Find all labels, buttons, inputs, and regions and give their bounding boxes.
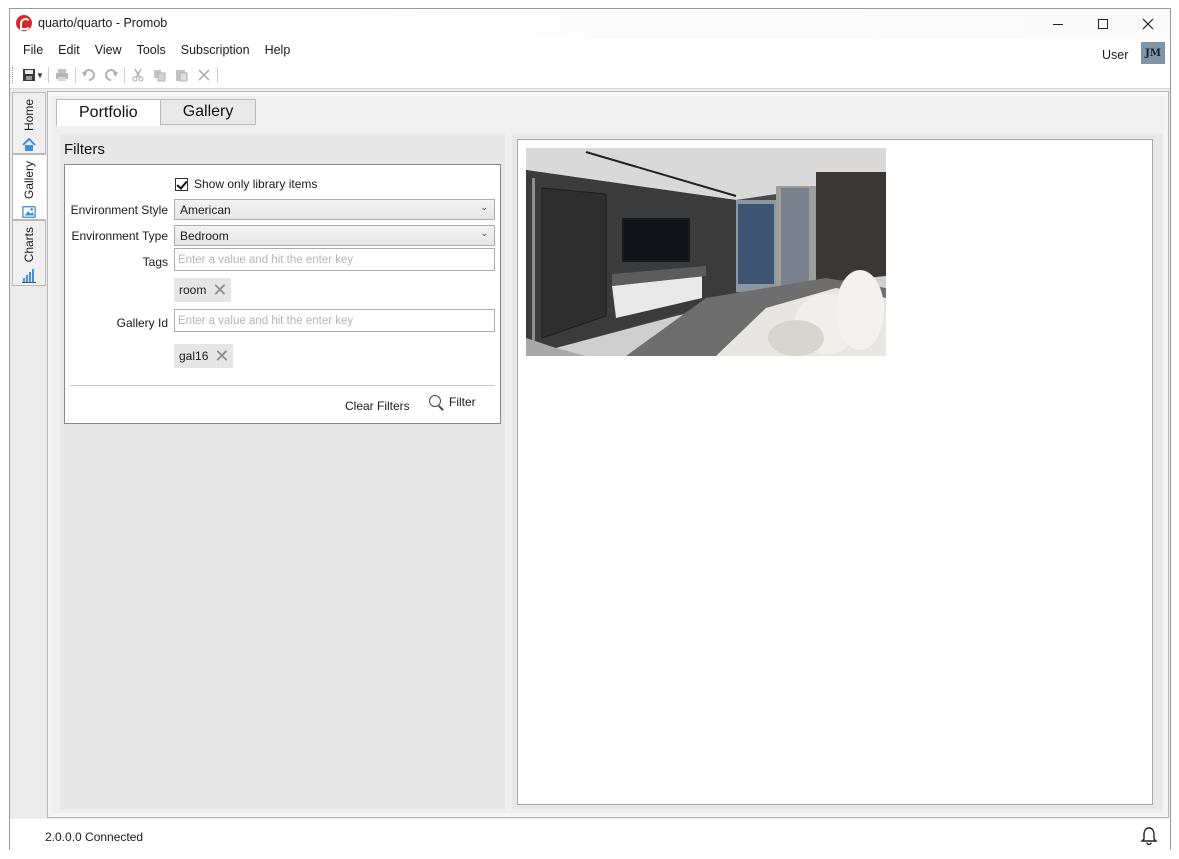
title-bar: quarto/quarto - Promob (10, 9, 1170, 39)
side-tab-gallery[interactable]: Gallery (12, 154, 46, 220)
chevron-down-icon: ⌄ (480, 228, 488, 238)
content-frame: Portfolio Gallery Filters Show only libr… (47, 91, 1169, 818)
tags-input[interactable] (174, 248, 495, 271)
minimize-icon (1053, 23, 1063, 25)
filters-box: Show only library items Environment Styl… (64, 164, 501, 424)
toolbar-separator (74, 67, 76, 83)
copy-button[interactable] (149, 65, 171, 85)
bell-icon[interactable] (1140, 826, 1158, 846)
side-tab-charts-label: Charts (22, 227, 36, 263)
show-library-label[interactable]: Show only library items (194, 177, 317, 191)
toolbar-separator (123, 67, 125, 83)
gallery-icon (22, 206, 36, 218)
client-area: Home Gallery Charts Portfolio Gallery Fi… (10, 88, 1170, 819)
env-type-select[interactable]: Bedroom ⌄ (174, 225, 495, 246)
close-button[interactable] (1125, 9, 1171, 39)
app-window: quarto/quarto - Promob File Edit View To… (9, 8, 1171, 850)
window-title: quarto/quarto - Promob (38, 16, 168, 30)
menu-edit[interactable]: Edit (51, 39, 87, 61)
env-style-label: Environment Style (70, 203, 168, 217)
env-style-value: American (180, 202, 231, 217)
main-tab-bar: Portfolio Gallery (56, 99, 257, 126)
filter-button[interactable]: Filter (429, 395, 476, 409)
menu-view[interactable]: View (88, 39, 129, 61)
print-button[interactable] (51, 65, 73, 85)
tab-gallery[interactable]: Gallery (159, 99, 257, 125)
show-library-row[interactable]: Show only library items (175, 177, 317, 191)
cut-button[interactable] (127, 65, 149, 85)
results-panel (512, 134, 1162, 810)
delete-button[interactable] (193, 65, 215, 85)
close-icon (1142, 18, 1154, 30)
tag-chip: room ✕ (174, 278, 232, 302)
maximize-button[interactable] (1080, 9, 1126, 39)
minimize-button[interactable] (1035, 9, 1081, 39)
undo-icon (81, 69, 95, 81)
avatar[interactable]: JM (1141, 42, 1165, 64)
bedroom-render-image (526, 148, 886, 356)
toolbar: ▼ (10, 63, 250, 87)
menu-bar: File Edit View Tools Subscription Help (10, 39, 1170, 61)
maximize-icon (1098, 19, 1108, 29)
show-library-checkbox[interactable] (175, 177, 188, 191)
side-tab-strip: Home Gallery Charts (10, 89, 48, 819)
menu-subscription[interactable]: Subscription (174, 39, 257, 61)
undo-button[interactable] (78, 65, 100, 85)
filter-button-label: Filter (449, 395, 476, 409)
charts-icon (22, 269, 36, 284)
gallery-id-chip: gal16 ✕ (174, 344, 234, 368)
gallery-id-input[interactable] (174, 309, 495, 332)
toolbar-grip[interactable] (12, 67, 14, 83)
filters-panel: Filters Show only library items Environm… (60, 134, 505, 810)
print-icon (55, 69, 68, 81)
save-icon (23, 69, 35, 81)
promob-logo-icon (16, 15, 32, 31)
env-type-value: Bedroom (180, 228, 229, 243)
status-text: 2.0.0.0 Connected (45, 830, 144, 844)
gallery-id-chip-label: gal16 (179, 349, 209, 363)
tag-chip-label: room (179, 283, 207, 297)
tab-portfolio[interactable]: Portfolio (56, 99, 161, 126)
search-icon (429, 395, 443, 409)
scissors-icon (132, 68, 144, 82)
user-menu[interactable]: User (1102, 48, 1128, 62)
filters-divider (70, 385, 495, 386)
content-inner: Portfolio Gallery Filters Show only libr… (52, 96, 1164, 813)
remove-tag-icon[interactable]: ✕ (212, 281, 227, 299)
side-tab-home-label: Home (22, 99, 36, 132)
redo-icon (104, 69, 118, 81)
tags-label: Tags (142, 255, 168, 269)
home-icon (22, 137, 36, 152)
toolbar-separator (47, 67, 49, 83)
delete-icon (198, 69, 210, 81)
paste-button[interactable] (171, 65, 193, 85)
results-box (517, 139, 1153, 805)
env-style-select[interactable]: American ⌄ (174, 199, 495, 220)
menu-tools[interactable]: Tools (130, 39, 173, 61)
paste-icon (176, 70, 188, 82)
clear-filters-button[interactable]: Clear Filters (345, 399, 410, 413)
menu-file[interactable]: File (16, 39, 50, 61)
gallery-id-label: Gallery Id (116, 316, 168, 330)
chevron-down-icon: ⌄ (480, 202, 488, 212)
copy-icon (154, 69, 166, 81)
env-type-label: Environment Type (71, 229, 169, 243)
redo-button[interactable] (100, 65, 122, 85)
side-tab-gallery-label: Gallery (22, 161, 36, 200)
gallery-thumbnail[interactable] (526, 148, 886, 356)
side-tab-home[interactable]: Home (12, 92, 46, 154)
menu-help[interactable]: Help (258, 39, 298, 61)
side-tab-charts[interactable]: Charts (12, 220, 46, 286)
toolbar-separator (216, 67, 218, 83)
save-dropdown-icon[interactable]: ▼ (36, 71, 44, 80)
remove-gallery-id-icon[interactable]: ✕ (214, 347, 229, 365)
filters-title: Filters (64, 141, 105, 158)
status-bar: 2.0.0.0 Connected (10, 820, 1170, 850)
